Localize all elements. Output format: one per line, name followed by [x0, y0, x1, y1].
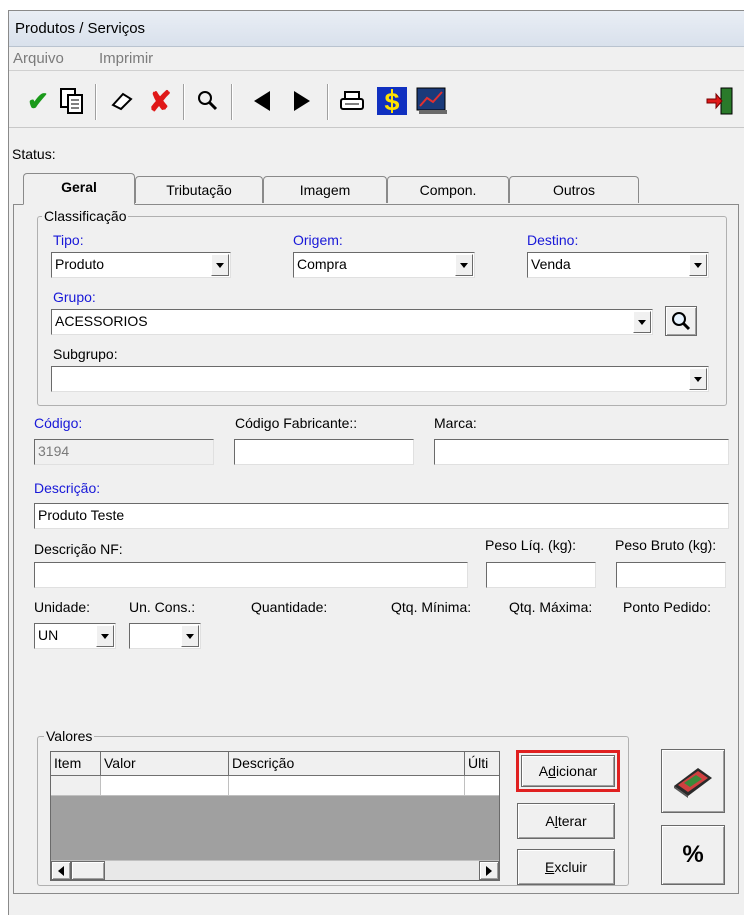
- tipo-value: Produto: [55, 256, 105, 272]
- toolbar-separator: [183, 84, 185, 120]
- column-header-descricao[interactable]: Descrição: [229, 752, 465, 776]
- toolbar: ✔ ✘ S: [9, 72, 744, 128]
- descricao-field[interactable]: Produto Teste: [34, 503, 729, 529]
- scroll-left-button[interactable]: [51, 861, 71, 880]
- unidade-value: UN: [38, 627, 59, 643]
- un-cons-select[interactable]: [129, 623, 201, 649]
- valores-grid[interactable]: Item Valor Descrição Últi: [50, 751, 500, 881]
- printer-icon[interactable]: [335, 84, 369, 118]
- grid-cell[interactable]: [465, 776, 499, 796]
- right-arrow-icon: [486, 865, 492, 876]
- grupo-label: Grupo:: [53, 289, 96, 305]
- toolbar-separator: [95, 84, 97, 120]
- menu-bar: Arquivo Imprimir: [9, 47, 744, 71]
- grid-cell[interactable]: [229, 776, 465, 796]
- classificacao-title: Classificação: [42, 208, 129, 224]
- peso-bruto-label: Peso Bruto (kg):: [615, 537, 717, 553]
- adicionar-button[interactable]: Adicionar: [521, 755, 615, 787]
- subgrupo-select[interactable]: [51, 366, 709, 392]
- tab-outros[interactable]: Outros: [509, 176, 639, 203]
- excluir-button[interactable]: Excluir: [517, 849, 615, 885]
- origem-select[interactable]: Compra: [293, 252, 475, 278]
- dollar-icon[interactable]: S: [375, 84, 409, 118]
- right-triangle-icon[interactable]: [285, 84, 319, 118]
- exit-door-icon[interactable]: [703, 84, 737, 118]
- toolbar-separator: [327, 84, 329, 120]
- chart-icon[interactable]: [415, 84, 449, 118]
- red-x-icon[interactable]: ✘: [143, 84, 177, 118]
- excluir-label: Excluir: [544, 859, 587, 875]
- window-title: Produtos / Serviços: [9, 11, 744, 47]
- tab-geral[interactable]: Geral: [23, 173, 135, 205]
- toolbar-separator: [231, 84, 233, 120]
- chevron-down-icon[interactable]: [211, 254, 229, 276]
- peso-liquido-field[interactable]: [486, 562, 596, 588]
- chevron-down-icon[interactable]: [689, 368, 707, 390]
- left-arrow-icon: [58, 865, 64, 876]
- grupo-search-button[interactable]: [665, 306, 697, 336]
- marca-field[interactable]: [434, 439, 729, 465]
- codigo-fabricante-field[interactable]: [234, 439, 414, 465]
- unidade-label: Unidade:: [34, 599, 91, 615]
- destino-select[interactable]: Venda: [527, 252, 709, 278]
- valores-title: Valores: [44, 728, 95, 744]
- calculator-button[interactable]: [661, 749, 725, 813]
- row-indicator-cell: [51, 776, 101, 796]
- descricao-label: Descrição:: [34, 480, 101, 496]
- origem-label: Origem:: [293, 232, 343, 248]
- scroll-thumb[interactable]: [71, 861, 105, 880]
- destino-value: Venda: [531, 256, 571, 272]
- left-triangle-icon[interactable]: [245, 84, 279, 118]
- tab-imagem[interactable]: Imagem: [263, 176, 387, 203]
- status-label: Status:: [12, 146, 56, 162]
- alterar-button[interactable]: Alterar: [517, 803, 615, 839]
- tab-tributacao[interactable]: Tributação: [135, 176, 263, 203]
- grid-cell[interactable]: [101, 776, 229, 796]
- copy-icon[interactable]: [55, 84, 89, 118]
- column-header-valor[interactable]: Valor: [101, 752, 229, 776]
- grupo-value: ACESSORIOS: [55, 313, 148, 329]
- alterar-label: Alterar: [545, 813, 587, 829]
- percent-button[interactable]: %: [661, 825, 725, 885]
- qtd-maxima-label: Qtq. Máxima:: [509, 599, 593, 615]
- menu-imprimir[interactable]: Imprimir: [99, 50, 153, 67]
- column-header-item[interactable]: Item: [51, 752, 101, 776]
- descricao-nf-field[interactable]: [34, 562, 468, 588]
- ponto-pedido-label: Ponto Pedido:: [623, 599, 711, 615]
- chevron-down-icon[interactable]: [633, 311, 651, 333]
- tipo-label: Tipo:: [53, 232, 84, 248]
- descricao-nf-label: Descrição NF:: [34, 541, 123, 557]
- chevron-down-icon[interactable]: [181, 625, 199, 647]
- calculator-icon: [674, 768, 712, 798]
- unidade-select[interactable]: UN: [34, 623, 116, 649]
- chevron-down-icon[interactable]: [96, 625, 114, 647]
- tab-compon[interactable]: Compon.: [387, 176, 509, 203]
- codigo-fabricante-label: Código Fabricante::: [235, 415, 358, 431]
- codigo-field[interactable]: 3194: [34, 439, 214, 465]
- origem-value: Compra: [297, 256, 347, 272]
- eraser-icon[interactable]: [105, 84, 139, 118]
- horizontal-scrollbar[interactable]: [51, 860, 499, 880]
- magnifier-icon: [672, 312, 691, 331]
- main-window: Produtos / Serviços Arquivo Imprimir ✔ ✘: [8, 10, 744, 915]
- checkmark-icon[interactable]: ✔: [21, 84, 55, 118]
- column-header-ultimo[interactable]: Últi: [465, 752, 499, 776]
- quantidade-label: Quantidade:: [251, 599, 328, 615]
- peso-bruto-field[interactable]: [616, 562, 726, 588]
- adicionar-label: Adicionar: [538, 763, 598, 779]
- chevron-down-icon[interactable]: [689, 254, 707, 276]
- qtd-minima-label: Qtq. Mínima:: [391, 599, 472, 615]
- chevron-down-icon[interactable]: [455, 254, 473, 276]
- magnifier-icon[interactable]: [191, 84, 225, 118]
- tipo-select[interactable]: Produto: [51, 252, 231, 278]
- marca-label: Marca:: [434, 415, 477, 431]
- scroll-right-button[interactable]: [479, 861, 499, 880]
- grupo-select[interactable]: ACESSORIOS: [51, 309, 653, 335]
- subgrupo-label: Subgrupo:: [53, 346, 118, 362]
- codigo-label: Código:: [34, 415, 83, 431]
- un-cons-label: Un. Cons.:: [129, 599, 196, 615]
- menu-arquivo[interactable]: Arquivo: [13, 50, 64, 67]
- destino-label: Destino:: [527, 232, 579, 248]
- peso-liquido-label: Peso Líq. (kg):: [485, 537, 577, 553]
